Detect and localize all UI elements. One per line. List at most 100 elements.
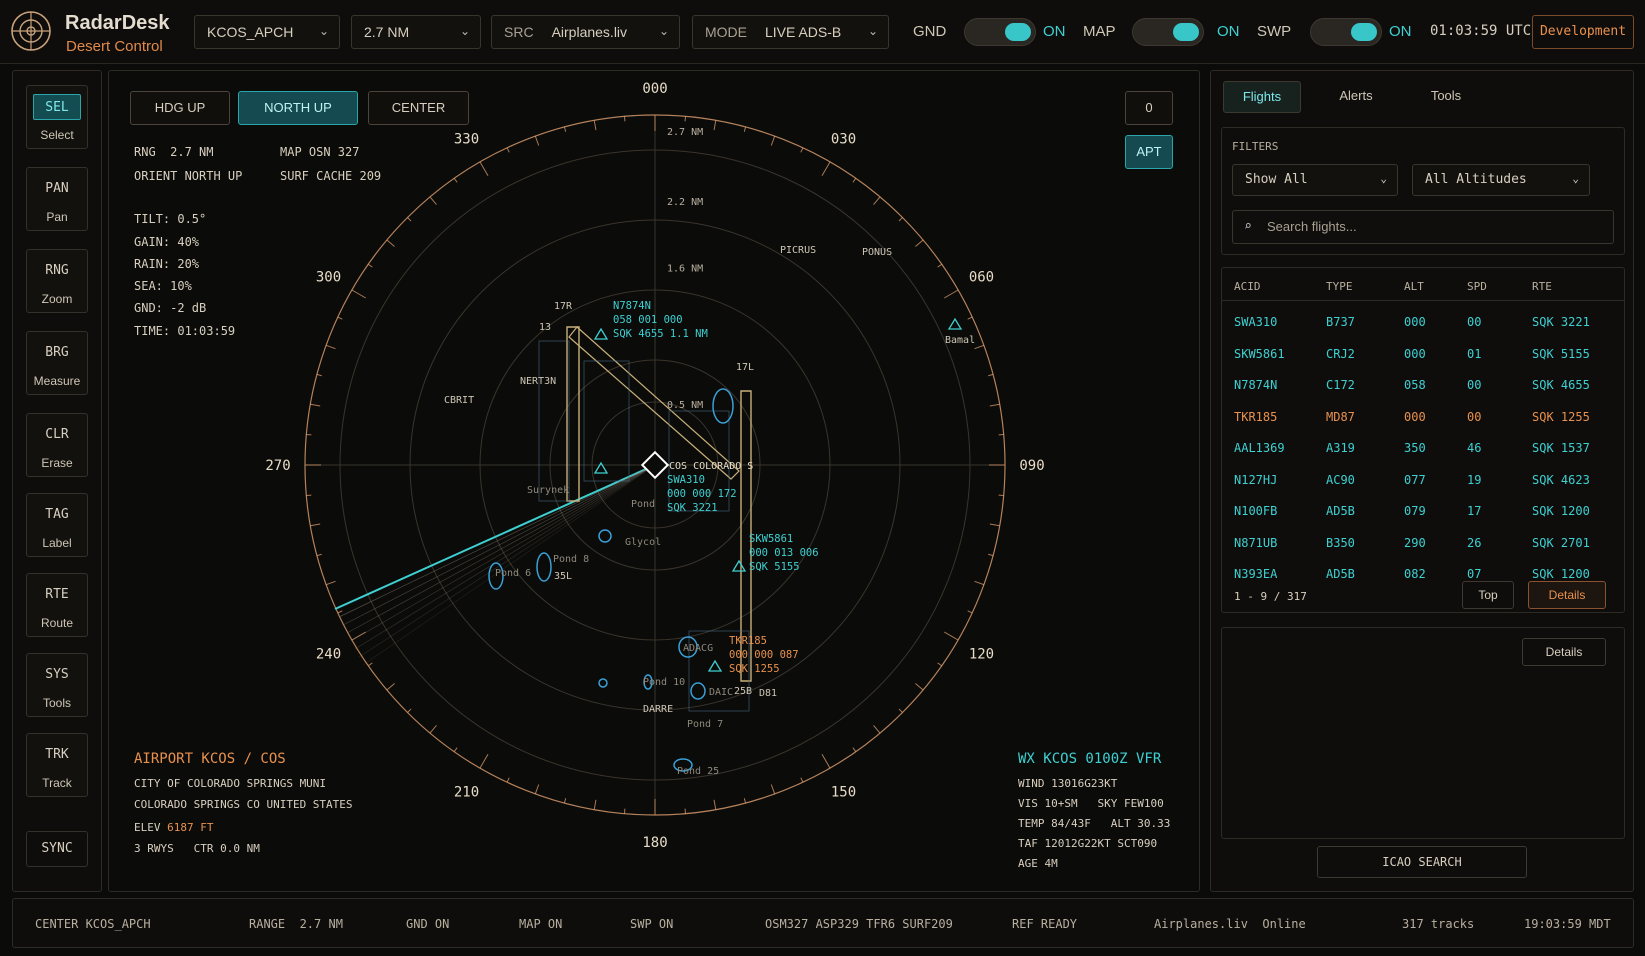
gain-readout: GAIN: 40% bbox=[134, 235, 200, 249]
tool-label-tag[interactable]: TAG Label bbox=[26, 493, 88, 557]
bearing-tick bbox=[989, 523, 1000, 527]
bearing-tick bbox=[479, 754, 489, 769]
tool-zoom[interactable]: RNG Zoom bbox=[26, 249, 88, 313]
bearing-tick bbox=[429, 196, 437, 205]
status-swp: SWP ON bbox=[630, 917, 674, 931]
pager-text: 1 - 9 / 317 bbox=[1234, 590, 1307, 603]
bearing-tick bbox=[479, 161, 489, 176]
table-row[interactable]: AAL1369 A319 350 46 SQK 1537 bbox=[1222, 433, 1624, 464]
range-dropdown[interactable]: 2.7 NM ⌄ bbox=[351, 15, 481, 49]
col-alt: ALT bbox=[1404, 280, 1424, 293]
facility-dropdown[interactable]: KCOS_APCH ⌄ bbox=[194, 15, 340, 49]
rain-readout: RAIN: 20% bbox=[134, 257, 200, 271]
airport-location: COLORADO SPRINGS CO UNITED STATES bbox=[134, 798, 353, 811]
tool-select[interactable]: SEL Select bbox=[26, 85, 88, 149]
flight-search-input[interactable]: Search flights... bbox=[1232, 210, 1614, 244]
table-cell: CRJ2 bbox=[1326, 346, 1355, 361]
tool-measure[interactable]: BRG Measure bbox=[26, 331, 88, 395]
table-cell: SQK 2701 bbox=[1532, 535, 1590, 550]
icao-search-button[interactable]: ICAO SEARCH bbox=[1317, 846, 1527, 878]
status-gnd: GND ON bbox=[406, 917, 450, 931]
show-filter-dropdown[interactable]: Show All ⌄ bbox=[1232, 164, 1398, 196]
gnd-toggle[interactable] bbox=[964, 18, 1036, 46]
table-row[interactable]: N871UB B350 290 26 SQK 2701 bbox=[1222, 528, 1624, 559]
bearing-label: 330 bbox=[454, 132, 479, 148]
status-bar: CENTER KCOS_APCH RANGE 2.7 NM GND ON MAP… bbox=[12, 898, 1634, 948]
radar-scope-panel[interactable]: 000 030 060 090 120 150 180 210 240 270 300 330 2.7 … bbox=[108, 70, 1200, 892]
target-callsign: TKR185 bbox=[729, 635, 767, 647]
chevron-down-icon: ⌄ bbox=[318, 24, 329, 38]
radar-scope[interactable]: 000 030 060 090 120 150 180 210 240 270 300 330 2.7 … bbox=[109, 71, 1200, 892]
target-data-line: 058 001 000 bbox=[613, 314, 683, 326]
details-button[interactable]: Details bbox=[1528, 581, 1606, 609]
tool-code: RNG bbox=[45, 263, 69, 278]
map-fix-label: 35L bbox=[554, 571, 572, 582]
table-cell: SQK 1200 bbox=[1532, 504, 1590, 518]
bearing-tick bbox=[770, 784, 776, 795]
pond-outline bbox=[536, 552, 552, 582]
bearing-tick bbox=[989, 403, 1000, 407]
map-toggle[interactable] bbox=[1132, 18, 1204, 46]
tool-track[interactable]: TRK Track bbox=[26, 733, 88, 797]
aircraft-target-icon bbox=[947, 317, 963, 330]
bearing-tick bbox=[453, 747, 458, 752]
tool-code: RTE bbox=[45, 587, 69, 602]
source-dropdown[interactable]: SRC Airplanes.liv ⌄ bbox=[491, 15, 680, 49]
weather-temperature: TEMP 84/43F ALT 30.33 bbox=[1018, 817, 1171, 830]
airport-layer-button[interactable]: APT bbox=[1125, 135, 1173, 169]
filters-section: FILTERS Show All ⌄ All Altitudes ⌄ Search … bbox=[1221, 127, 1625, 255]
range-value: 2.7 NM bbox=[364, 24, 410, 40]
mode-dropdown[interactable]: MODE LIVE ADS-B ⌄ bbox=[692, 15, 889, 49]
status-layers: OSM327 ASP329 TFR6 SURF209 bbox=[765, 917, 953, 931]
table-cell: 000 bbox=[1404, 315, 1426, 329]
table-row[interactable]: N100FB AD5B 079 17 SQK 1200 bbox=[1222, 496, 1624, 527]
bearing-tick bbox=[898, 217, 903, 222]
table-cell: 00 bbox=[1467, 409, 1482, 424]
tab-flights[interactable]: Flights bbox=[1223, 81, 1301, 113]
bearing-label: 000 bbox=[642, 81, 667, 97]
tab-alerts[interactable]: Alerts bbox=[1321, 81, 1391, 113]
tool-pan[interactable]: PAN Pan bbox=[26, 167, 88, 231]
flights-table: ACID TYPE ALT SPD RTE SWA310 B737 000 00 SQK… bbox=[1221, 267, 1625, 613]
map-fix-label: PONUS bbox=[862, 247, 892, 258]
table-cell: N7874N bbox=[1234, 378, 1278, 392]
tool-erase[interactable]: CLR Erase bbox=[26, 413, 88, 477]
altitude-filter-dropdown[interactable]: All Altitudes ⌄ bbox=[1412, 164, 1590, 196]
table-row[interactable]: N127HJ AC90 077 19 SQK 4623 bbox=[1222, 465, 1624, 496]
utc-clock: 01:03:59 UTC bbox=[1430, 23, 1532, 39]
north-up-button[interactable]: NORTH UP bbox=[238, 91, 358, 125]
center-button[interactable]: CENTER bbox=[368, 91, 469, 125]
show-filter-value: Show All bbox=[1245, 172, 1308, 187]
count-button[interactable]: 0 bbox=[1125, 91, 1173, 125]
table-row[interactable]: SWA310 B737 000 00 SQK 3221 bbox=[1222, 307, 1624, 338]
weather-taf: TAF 12012G22KT SCT090 bbox=[1018, 837, 1158, 850]
tab-tools[interactable]: Tools bbox=[1411, 81, 1481, 113]
table-row[interactable]: SKW5861 CRJ2 000 01 SQK 5155 bbox=[1222, 339, 1624, 370]
table-row[interactable]: N7874N C172 058 00 SQK 4655 bbox=[1222, 370, 1624, 401]
table-row[interactable]: TKR185 MD87 000 00 SQK 1255 bbox=[1222, 402, 1624, 433]
swp-toggle[interactable] bbox=[1310, 18, 1382, 46]
environment-button[interactable]: Development bbox=[1532, 15, 1634, 49]
tool-system[interactable]: SYS Tools bbox=[26, 653, 88, 717]
bearing-label: 270 bbox=[265, 458, 290, 474]
table-cell: 079 bbox=[1404, 504, 1426, 518]
taxiway-block bbox=[538, 340, 570, 502]
radar-logo-icon bbox=[11, 11, 51, 51]
bearing-tick bbox=[974, 344, 985, 350]
bearing-tick bbox=[316, 553, 322, 557]
bearing-tick bbox=[386, 683, 395, 691]
table-cell: B350 bbox=[1326, 535, 1355, 550]
bearing-tick bbox=[368, 662, 373, 667]
bearing-tick bbox=[713, 799, 717, 810]
bearing-tick bbox=[988, 373, 994, 377]
airport-center-icon bbox=[640, 450, 670, 480]
status-tracks: 317 tracks bbox=[1402, 917, 1475, 931]
sync-button[interactable]: SYNC bbox=[26, 831, 88, 867]
col-type: TYPE bbox=[1326, 280, 1353, 293]
ring-distance-label: 1.6 NM bbox=[667, 264, 703, 275]
details-open-button[interactable]: Details bbox=[1522, 638, 1606, 666]
heading-up-button[interactable]: HDG UP bbox=[130, 91, 230, 125]
top-button[interactable]: Top bbox=[1462, 581, 1514, 609]
gnd-toggle-state: ON bbox=[1043, 23, 1066, 40]
tool-route[interactable]: RTE Route bbox=[26, 573, 88, 637]
